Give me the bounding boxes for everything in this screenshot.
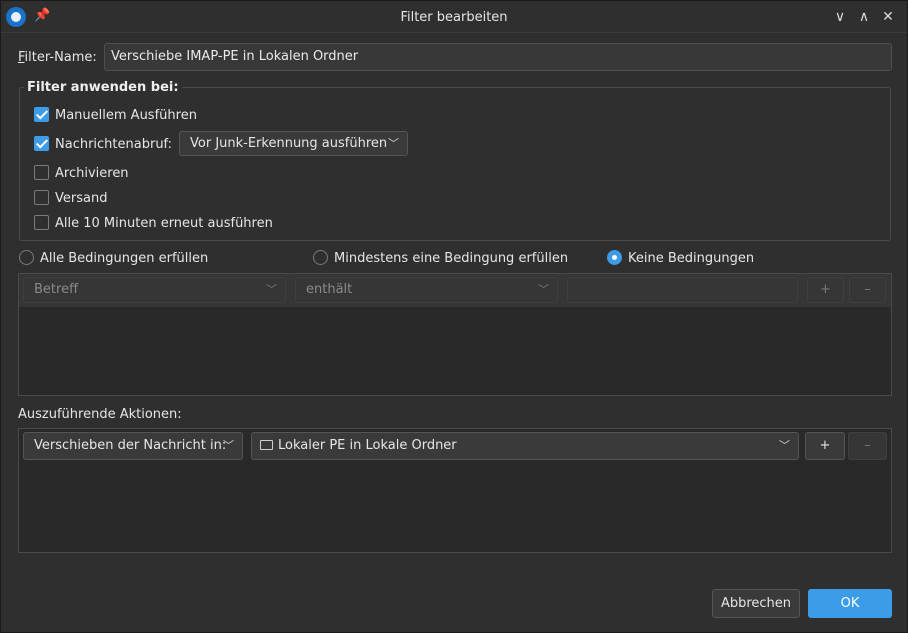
add-action-button[interactable]: + — [805, 432, 845, 460]
chevron-down-icon: ﹀ — [266, 283, 277, 296]
filter-name-label: Filter-Name: — [18, 50, 97, 65]
close-icon[interactable]: ✕ — [878, 7, 898, 27]
condition-field-value: Betreff — [34, 282, 79, 297]
fetch-timing-dropdown[interactable]: Vor Junk-Erkennung ausführen ﹀ — [179, 131, 408, 156]
archive-checkbox[interactable] — [34, 165, 49, 180]
condition-operator-value: enthält — [306, 282, 353, 297]
apply-group-title: Filter anwenden bei: — [24, 80, 182, 95]
condition-field-dropdown[interactable]: Betreff ﹀ — [23, 277, 286, 303]
title-bar: 📌 Filter bearbeiten ∨ ∧ ✕ — [1, 1, 907, 33]
chevron-down-icon: ﹀ — [223, 439, 234, 452]
match-all-radio[interactable] — [19, 250, 34, 265]
action-target-folder-dropdown[interactable]: Lokaler PE in Lokale Ordner ﹀ — [251, 432, 799, 460]
match-all-label: Alle Bedingungen erfüllen — [40, 251, 209, 266]
condition-operator-dropdown[interactable]: enthält ﹀ — [295, 277, 558, 303]
filter-dialog: 📌 Filter bearbeiten ∨ ∧ ✕ Filter-Name: V… — [0, 0, 908, 633]
chevron-down-icon: ﹀ — [538, 283, 549, 296]
manual-run-checkbox[interactable] — [34, 107, 49, 122]
cancel-button[interactable]: Abbrechen — [712, 589, 800, 618]
send-checkbox[interactable] — [34, 190, 49, 205]
condition-value-input[interactable] — [567, 277, 798, 303]
folder-icon — [260, 440, 273, 450]
remove-condition-button[interactable]: – — [849, 277, 886, 303]
remove-action-button[interactable]: – — [848, 432, 887, 460]
fetch-label: Nachrichtenabruf: — [55, 137, 173, 152]
interval-checkbox[interactable] — [34, 215, 49, 230]
interval-label: Alle 10 Minuten erneut ausführen — [55, 216, 273, 231]
minimize-icon[interactable]: ∨ — [830, 7, 850, 27]
match-any-label: Mindestens eine Bedingung erfüllen — [334, 251, 569, 266]
fetch-timing-value: Vor Junk-Erkennung ausführen — [190, 136, 388, 151]
match-any-radio[interactable] — [313, 250, 328, 265]
window-title: Filter bearbeiten — [400, 10, 508, 25]
add-condition-button[interactable]: + — [807, 277, 844, 303]
chevron-down-icon: ﹀ — [388, 137, 399, 150]
send-label: Versand — [55, 191, 108, 206]
actions-label: Auszuführende Aktionen: — [18, 407, 182, 422]
match-none-label: Keine Bedingungen — [628, 251, 755, 266]
ok-button[interactable]: OK — [808, 589, 892, 618]
action-type-dropdown[interactable]: Verschieben der Nachricht in: ﹀ — [23, 432, 243, 460]
manual-run-label: Manuellem Ausführen — [55, 108, 197, 123]
maximize-icon[interactable]: ∧ — [854, 7, 874, 27]
filter-name-input[interactable]: Verschiebe IMAP-PE in Lokalen Ordner — [104, 43, 892, 71]
match-none-radio[interactable] — [607, 250, 622, 265]
fetch-checkbox[interactable] — [34, 136, 49, 151]
chevron-down-icon: ﹀ — [779, 439, 790, 452]
action-target-value: Lokaler PE in Lokale Ordner — [278, 438, 457, 453]
action-type-value: Verschieben der Nachricht in: — [34, 438, 227, 453]
archive-label: Archivieren — [55, 166, 129, 181]
